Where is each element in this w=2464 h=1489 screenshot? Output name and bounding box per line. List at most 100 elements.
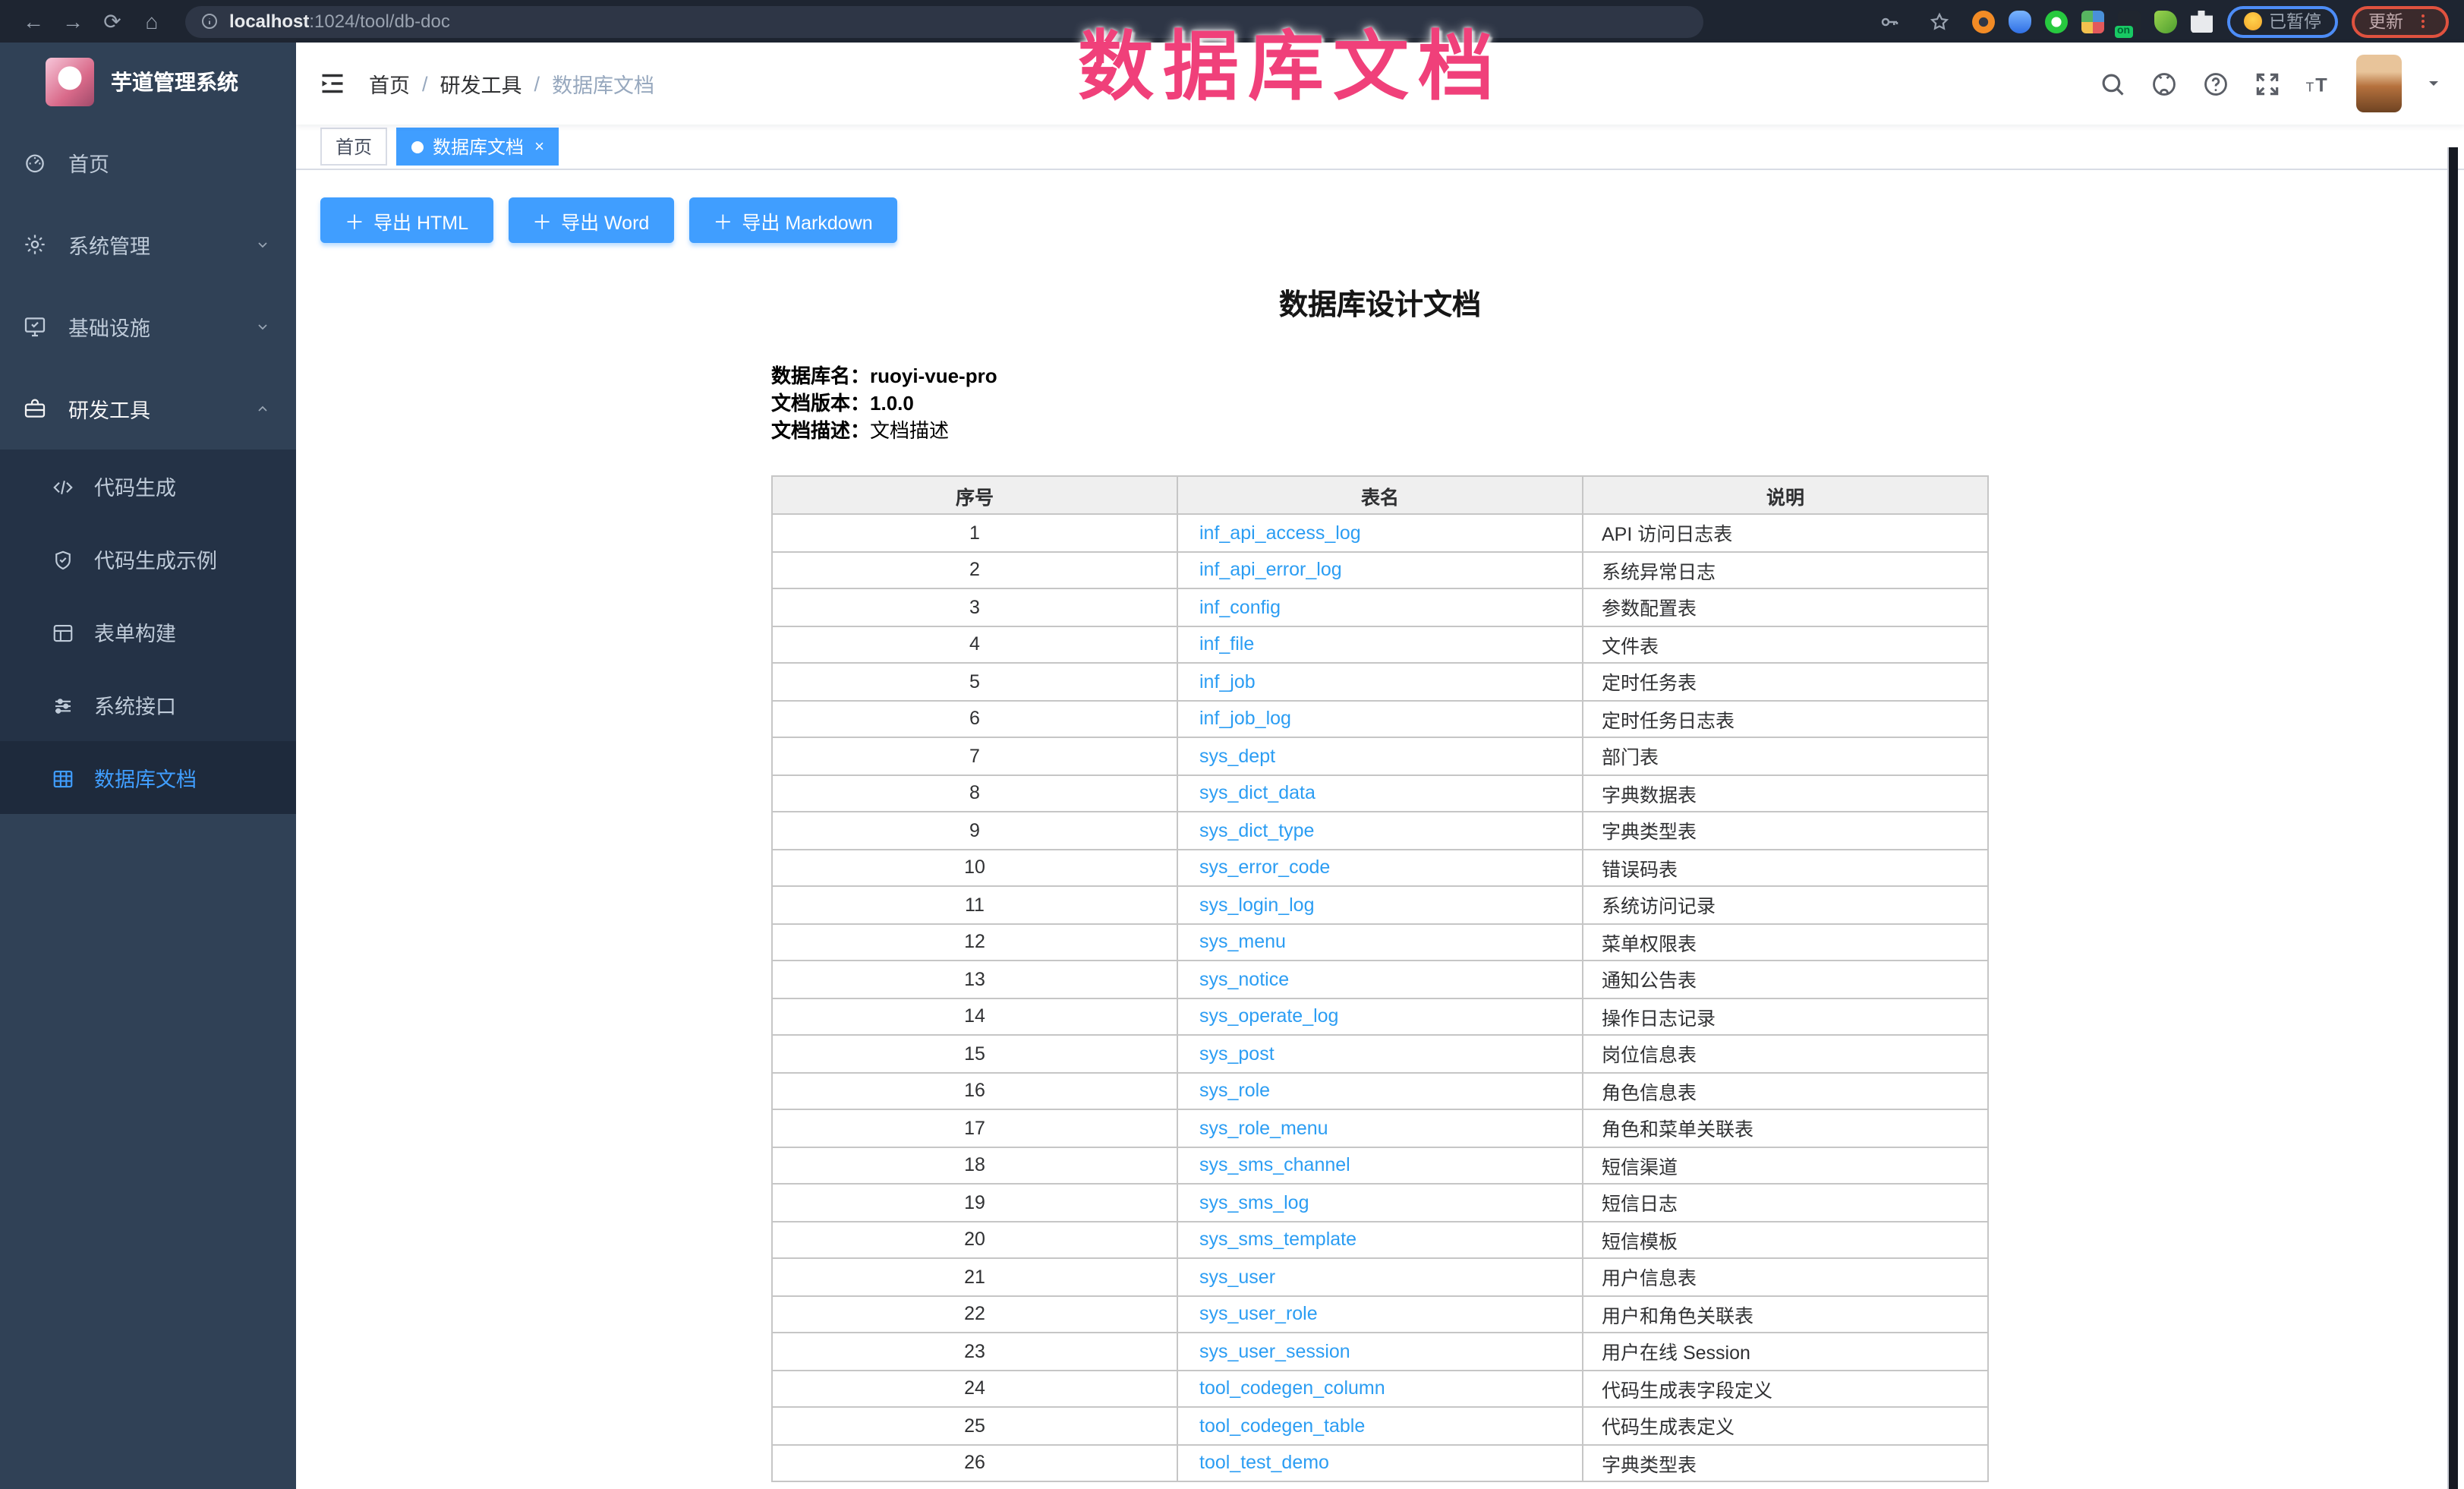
table-name-link[interactable]: inf_file	[1199, 634, 1254, 655]
ext-mosaic-icon[interactable]	[2081, 10, 2103, 33]
gear-icon	[23, 232, 47, 257]
ext-puzzle-icon[interactable]	[2190, 10, 2213, 33]
ext-green-icon[interactable]	[2044, 10, 2067, 33]
sidebar-item-label: 研发工具	[68, 393, 150, 424]
tab-0[interactable]: 首页	[320, 128, 387, 166]
table-name-link[interactable]: sys_operate_log	[1199, 1006, 1338, 1027]
update-button[interactable]: 更新	[2352, 5, 2449, 37]
table-description: 短信模板	[1583, 1221, 1988, 1258]
chevron-down-icon	[254, 317, 272, 336]
sidebar-subitem-2[interactable]: 表单构建	[0, 595, 296, 668]
sidebar-subitem-4[interactable]: 数据库文档	[0, 741, 296, 814]
sidebar-subitem-1[interactable]: 代码生成示例	[0, 522, 296, 595]
table-row: 26tool_test_demo字典类型表	[772, 1444, 1988, 1481]
address-bar[interactable]: localhost:1024/tool/db-doc	[185, 5, 1703, 37]
sidebar-item-devtools[interactable]: 研发工具	[0, 368, 296, 450]
table-row: 8sys_dict_data字典数据表	[772, 774, 1988, 812]
table-name-link[interactable]: inf_job	[1199, 671, 1256, 692]
row-index: 7	[772, 737, 1177, 774]
ext-blue-icon[interactable]	[2008, 10, 2031, 33]
hamburger-icon[interactable]	[296, 70, 369, 97]
table-name-link[interactable]: sys_dept	[1199, 746, 1275, 767]
table-name-link[interactable]: sys_role_menu	[1199, 1118, 1328, 1139]
help-icon[interactable]	[2201, 69, 2230, 98]
home-icon[interactable]: ⌂	[134, 5, 170, 38]
sidebar-subitem-0[interactable]: 代码生成	[0, 450, 296, 522]
row-index: 5	[772, 663, 1177, 700]
key-icon[interactable]	[1871, 5, 1908, 38]
table-name-link[interactable]: sys_user_role	[1199, 1304, 1318, 1325]
table-name-link[interactable]: inf_api_access_log	[1199, 522, 1361, 544]
table-name-link[interactable]: sys_dict_type	[1199, 820, 1314, 841]
table-name-link[interactable]: sys_sms_template	[1199, 1229, 1356, 1251]
tab-label: 数据库文档	[433, 134, 524, 159]
vertical-scrollbar[interactable]	[2447, 147, 2458, 1489]
chevron-up-icon	[254, 399, 272, 418]
fullscreen-icon[interactable]	[2253, 69, 2282, 98]
table-description: 字典类型表	[1583, 812, 1988, 849]
breadcrumb-home[interactable]: 首页	[369, 68, 410, 99]
table-description: 短信日志	[1583, 1184, 1988, 1221]
table-row: 11sys_login_log系统访问记录	[772, 886, 1988, 923]
table-name-link[interactable]: inf_api_error_log	[1199, 560, 1342, 581]
table-row: 3inf_config参数配置表	[772, 588, 1988, 626]
table-name-link[interactable]: sys_sms_channel	[1199, 1155, 1350, 1176]
tab-label: 首页	[336, 134, 372, 159]
table-name-link[interactable]: sys_menu	[1199, 932, 1286, 953]
browser-toolbar: ← → ⟳ ⌂ localhost:1024/tool/db-doc on 已暂…	[0, 0, 2464, 43]
table-name-link[interactable]: sys_sms_log	[1199, 1192, 1309, 1213]
form-icon	[52, 620, 74, 643]
row-index: 21	[772, 1258, 1177, 1295]
row-index: 18	[772, 1147, 1177, 1184]
db-doc: 数据库设计文档 数据库名：ruoyi-vue-pro文档版本：1.0.0文档描述…	[771, 282, 1989, 1482]
table-row: 15sys_post岗位信息表	[772, 1035, 1988, 1072]
github-icon[interactable]	[2150, 69, 2179, 98]
table-name-link[interactable]: sys_dict_data	[1199, 783, 1315, 804]
page-info-icon[interactable]	[200, 12, 219, 30]
sidebar-item-infra[interactable]: 基础设施	[0, 285, 296, 368]
table-name-link[interactable]: sys_login_log	[1199, 894, 1315, 916]
table-name-link[interactable]: sys_user	[1199, 1267, 1275, 1288]
forward-icon[interactable]: →	[55, 5, 91, 38]
search-icon[interactable]	[2098, 69, 2127, 98]
table-name-link[interactable]: tool_codegen_table	[1199, 1415, 1365, 1437]
ext-orange-icon[interactable]	[1971, 10, 1994, 33]
bookmark-star-icon[interactable]	[1921, 5, 1958, 38]
export-button-1[interactable]: ＋导出 Word	[508, 197, 673, 243]
sidebar-subitem-3[interactable]: 系统接口	[0, 668, 296, 741]
table-name-link[interactable]: sys_post	[1199, 1043, 1275, 1065]
sidebar-item-home[interactable]: 首页	[0, 121, 296, 203]
reload-icon[interactable]: ⟳	[94, 5, 131, 38]
export-button-2[interactable]: ＋导出 Markdown	[688, 197, 896, 243]
app-logo-row[interactable]: 芋道管理系统	[0, 43, 296, 121]
table-name-link[interactable]: inf_config	[1199, 597, 1281, 618]
column-header: 说明	[1583, 476, 1988, 514]
table-name-link[interactable]: sys_error_code	[1199, 857, 1330, 879]
table-name-link[interactable]: sys_user_session	[1199, 1341, 1350, 1362]
breadcrumb-separator: /	[422, 72, 428, 95]
table-name-link[interactable]: tool_test_demo	[1199, 1453, 1329, 1474]
table-name-link[interactable]: sys_notice	[1199, 969, 1289, 990]
sidebar-item-system[interactable]: 系统管理	[0, 203, 296, 285]
monitor-icon	[23, 314, 47, 339]
table-row: 16sys_role角色信息表	[772, 1072, 1988, 1109]
tab-1[interactable]: 数据库文档 ×	[396, 128, 559, 166]
back-icon[interactable]: ←	[15, 5, 52, 38]
table-name-link[interactable]: inf_job_log	[1199, 708, 1291, 730]
user-avatar[interactable]	[2356, 55, 2402, 112]
export-button-0[interactable]: ＋导出 HTML	[320, 197, 493, 243]
row-index: 26	[772, 1444, 1177, 1481]
table-name-link[interactable]: sys_role	[1199, 1080, 1270, 1102]
table-description: 岗位信息表	[1583, 1035, 1988, 1072]
breadcrumb-tools[interactable]: 研发工具	[440, 68, 522, 99]
table-description: 定时任务日志表	[1583, 700, 1988, 737]
kebab-menu-icon[interactable]	[2414, 12, 2432, 30]
font-size-icon[interactable]: TT	[2305, 69, 2333, 98]
ext-leaf-icon[interactable]	[2154, 10, 2176, 33]
navbar-actions: TT	[2098, 55, 2464, 112]
table-name-link[interactable]: tool_codegen_column	[1199, 1378, 1385, 1399]
ext-on-icon[interactable]: on	[2117, 10, 2140, 33]
chevron-down-icon[interactable]	[2425, 74, 2443, 93]
close-icon[interactable]: ×	[534, 137, 544, 156]
paused-chip[interactable]: 已暂停	[2226, 5, 2338, 37]
